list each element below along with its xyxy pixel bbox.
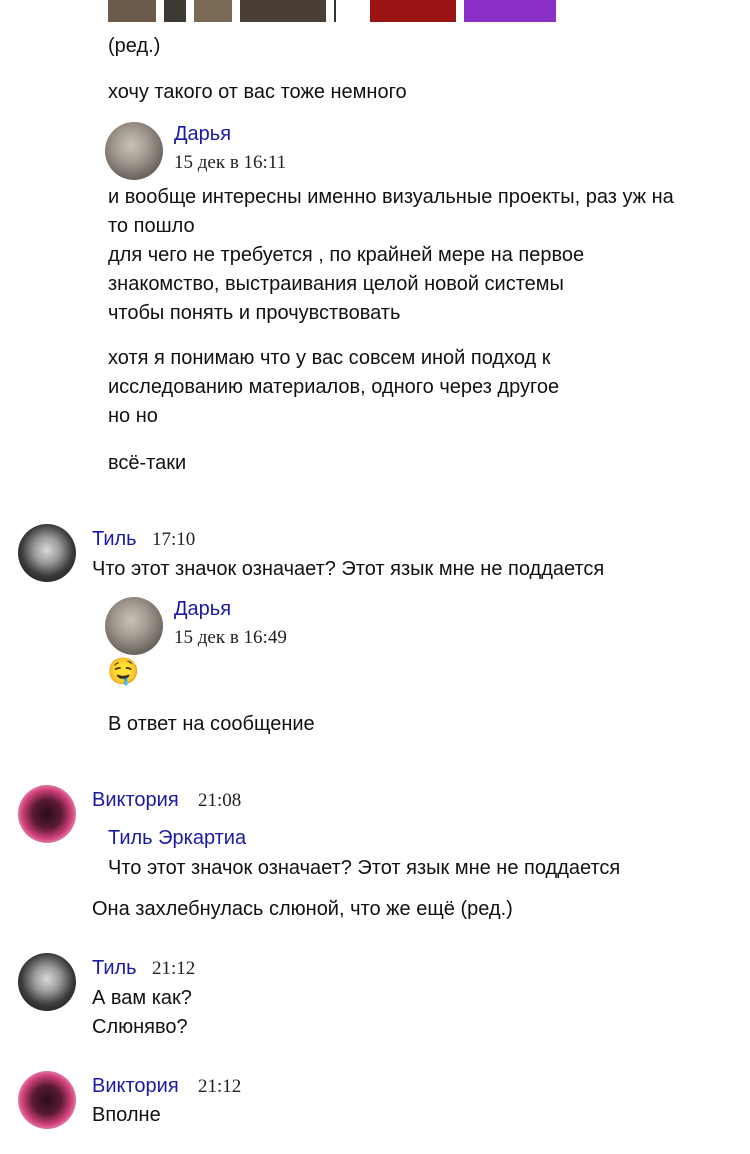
edited-label: (ред.) (108, 35, 161, 57)
message-line: знакомство, выстраивания целой новой сис… (108, 273, 564, 295)
attachment-thumb[interactable] (108, 0, 156, 22)
quote-author-name[interactable]: Дарья (174, 123, 231, 146)
message-text: Вполне (92, 1104, 161, 1126)
author-name[interactable]: Виктория (92, 789, 179, 812)
message-time[interactable]: 21:12 (152, 958, 195, 980)
message-line: но но (108, 405, 158, 427)
message-line: хотя я понимаю что у вас совсем иной под… (108, 347, 551, 369)
message-time[interactable]: 21:12 (198, 1076, 241, 1098)
message-line: для чего не требуется , по крайней мере … (108, 244, 585, 266)
quoted-message-body: хотя я понимаю что у вас совсем иной под… (108, 344, 559, 431)
quote-timestamp[interactable]: 15 дек в 16:49 (174, 627, 287, 649)
message-line: Слюняво? (92, 1016, 188, 1038)
message-text: Что этот значок означает? Этот язык мне … (92, 558, 605, 580)
avatar[interactable] (18, 785, 76, 843)
reply-to-message-link[interactable]: В ответ на сообщение (108, 710, 315, 739)
author-name[interactable]: Тиль (92, 957, 137, 980)
attachment-thumb[interactable] (370, 0, 456, 22)
message-line: всё-таки (108, 452, 187, 474)
message-line: чтобы понять и прочувствовать (108, 302, 401, 324)
quoted-message-body: и вообще интересны именно визуальные про… (108, 183, 674, 328)
attachment-thumb[interactable] (240, 0, 326, 22)
message-text: Она захлебнулась слюной, что же ещё (ред… (92, 898, 513, 920)
message-time[interactable]: 17:10 (152, 529, 195, 551)
author-name[interactable]: Виктория (92, 1075, 179, 1098)
avatar[interactable] (18, 953, 76, 1011)
quote-author-name[interactable]: Дарья (174, 598, 231, 621)
message-time[interactable]: 21:08 (198, 790, 241, 812)
drooling-face-emoji: 🤤 (107, 656, 140, 686)
attachment-thumb[interactable] (164, 0, 186, 22)
avatar[interactable] (18, 524, 76, 582)
avatar[interactable] (105, 597, 163, 655)
message-line: А вам как? (92, 987, 192, 1009)
avatar[interactable] (105, 122, 163, 180)
reply-author-name[interactable]: Тиль Эркартиа (108, 827, 246, 850)
message-line: исследованию материалов, одного через др… (108, 376, 560, 398)
message-line: и вообще интересны именно визуальные про… (108, 186, 674, 208)
attachment-thumb[interactable] (194, 0, 232, 22)
author-name[interactable]: Тиль (92, 528, 137, 551)
message-line: то пошло (108, 215, 195, 237)
attachment-thumb[interactable] (464, 0, 556, 22)
avatar[interactable] (18, 1071, 76, 1129)
quote-timestamp[interactable]: 15 дек в 16:11 (174, 152, 286, 174)
attachment-thumbnails[interactable] (108, 0, 558, 22)
attachment-thumb[interactable] (334, 0, 336, 22)
message-text: хочу такого от вас тоже немного (108, 81, 407, 103)
reply-quoted-text[interactable]: Что этот значок означает? Этот язык мне … (108, 854, 620, 883)
